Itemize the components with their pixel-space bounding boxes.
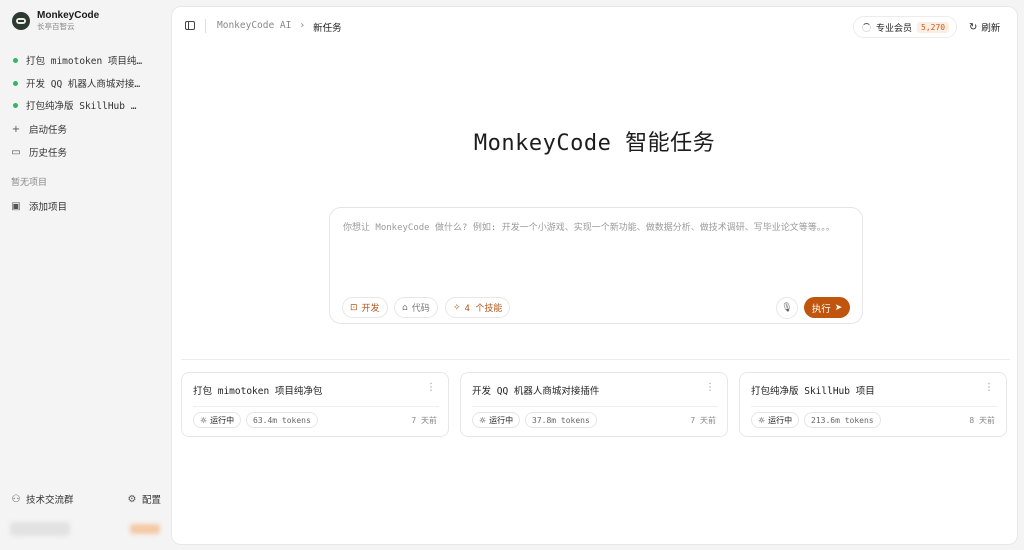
sidebar-item-start-task[interactable]: + 启动任务 — [11, 121, 67, 137]
brand-subtitle: 长亭百智云 — [37, 22, 75, 31]
settings-link[interactable]: ⚙ 配置 — [127, 492, 162, 507]
avatar — [10, 522, 70, 536]
task-card-title: 打包 mimotoken 项目纯净包 — [193, 386, 323, 397]
membership-label: 专业会员 — [876, 23, 913, 34]
task-card[interactable]: 打包纯净版 SkillHub 项目 ⋮ ☼ 运行中 213.6m tokens … — [739, 372, 1007, 437]
community-label: 技术交流群 — [26, 495, 74, 506]
chip-label: 代码 — [411, 304, 430, 314]
progress-ring-icon — [862, 22, 871, 32]
divider — [181, 359, 1010, 360]
topbar: MonkeyCode AI › 新任务 专业会员 5,270 ↻ 刷新 — [172, 7, 1017, 47]
status-badge: ☼ 运行中 — [472, 412, 521, 428]
chip-label: 开发 — [361, 304, 380, 314]
task-card-title: 开发 QQ 机器人商城对接插件 — [472, 386, 600, 397]
sidebar-task-3[interactable]: 打包纯净版 SkillHub … — [11, 97, 136, 113]
task-card-title: 打包纯净版 SkillHub 项目 — [751, 386, 875, 397]
gear-icon: ⚙ — [127, 493, 137, 505]
task-time: 8 天前 — [969, 416, 995, 425]
skills-chip[interactable]: ✧ 4 个技能 — [445, 297, 511, 318]
brand[interactable]: MonkeyCode 长亭百智云 — [12, 10, 99, 32]
sidebar: MonkeyCode 长亭百智云 打包 mimotoken 项目纯… 开发 QQ… — [0, 0, 170, 550]
tokens-badge: 37.8m tokens — [525, 412, 597, 428]
sidebar-task-2[interactable]: 开发 QQ 机器人商城对接… — [11, 75, 140, 91]
plan-badge — [130, 524, 160, 534]
sun-icon: ☼ — [200, 415, 208, 425]
points-badge: 5,270 — [917, 21, 950, 33]
sidebar-task-label: 打包 mimotoken 项目纯… — [26, 56, 143, 67]
divider — [472, 406, 718, 407]
folder-plus-icon: ▣ — [11, 200, 21, 212]
task-time: 7 天前 — [411, 416, 437, 425]
user-account[interactable] — [10, 518, 160, 540]
task-card[interactable]: 打包 mimotoken 项目纯净包 ⋮ ☼ 运行中 63.4m tokens … — [181, 372, 449, 437]
more-menu-icon[interactable]: ⋮ — [426, 382, 436, 393]
sidebar-task-1[interactable]: 打包 mimotoken 项目纯… — [11, 52, 142, 68]
settings-label: 配置 — [141, 495, 161, 506]
sun-icon: ☼ — [479, 415, 487, 425]
more-menu-icon[interactable]: ⋮ — [984, 382, 994, 393]
repo-icon: ⌂ — [402, 302, 408, 313]
status-label: 运行中 — [768, 415, 793, 425]
sidebar-item-add-project[interactable]: ▣ 添加项目 — [11, 198, 67, 214]
plus-icon: + — [11, 123, 21, 135]
chip-label: 4 个技能 — [464, 304, 503, 314]
prompt-input[interactable]: 你想让 MonkeyCode 做什么? 例如: 开发一个小游戏、实现一个新功能、… — [343, 220, 835, 233]
status-label: 运行中 — [210, 415, 235, 425]
sidebar-task-label: 打包纯净版 SkillHub … — [26, 101, 137, 112]
sidebar-item-label: 启动任务 — [29, 125, 68, 136]
run-button[interactable]: 执行 ➤ — [804, 297, 850, 318]
status-badge: ☼ 运行中 — [193, 412, 242, 428]
mode-dev-chip[interactable]: ⊡ 开发 — [342, 297, 388, 318]
sidebar-footer: ⚇ 技术交流群 ⚙ 配置 — [11, 492, 162, 507]
terminal-icon: ⊡ — [350, 302, 358, 313]
run-label: 执行 — [811, 303, 831, 315]
refresh-label: 刷新 — [981, 23, 1001, 34]
sidebar-item-label: 历史任务 — [29, 148, 68, 159]
tokens-badge: 63.4m tokens — [246, 412, 318, 428]
no-project-label: 暂无项目 — [11, 178, 48, 188]
sidebar-item-label: 添加项目 — [29, 202, 68, 213]
puzzle-icon: ✧ — [453, 302, 461, 313]
mic-icon[interactable]: 🎙︎ — [776, 297, 798, 319]
breadcrumb-root[interactable]: MonkeyCode AI — [217, 20, 291, 34]
running-dot-icon — [13, 57, 18, 63]
divider — [193, 406, 439, 407]
breadcrumb-current: 新任务 — [313, 23, 342, 34]
refresh-icon: ↻ — [969, 21, 978, 33]
status-badge: ☼ 运行中 — [751, 412, 800, 428]
divider — [751, 406, 997, 407]
membership-badge[interactable]: 专业会员 5,270 — [853, 16, 957, 38]
monkey-logo-icon — [12, 12, 30, 30]
page-title: MonkeyCode 智能任务 — [473, 131, 716, 156]
sidebar-item-history[interactable]: ▭ 历史任务 — [11, 144, 67, 160]
brand-name: MonkeyCode — [37, 10, 100, 21]
tokens-badge: 213.6m tokens — [804, 412, 881, 428]
task-card[interactable]: 开发 QQ 机器人商城对接插件 ⋮ ☼ 运行中 37.8m tokens 7 天… — [460, 372, 728, 437]
sun-icon: ☼ — [758, 415, 766, 425]
running-dot-icon — [13, 102, 18, 108]
main-panel: MonkeyCode AI › 新任务 专业会员 5,270 ↻ 刷新 Monk… — [171, 6, 1018, 545]
refresh-button[interactable]: ↻ 刷新 — [969, 20, 1001, 35]
more-menu-icon[interactable]: ⋮ — [705, 382, 715, 393]
code-chip[interactable]: ⌂ 代码 — [394, 297, 438, 318]
breadcrumb-separator: › — [299, 20, 306, 31]
community-link[interactable]: ⚇ 技术交流群 — [11, 492, 74, 507]
sidebar-task-label: 开发 QQ 机器人商城对接… — [26, 79, 141, 90]
users-icon: ⚇ — [11, 493, 21, 505]
folder-icon: ▭ — [11, 146, 21, 158]
divider — [205, 19, 206, 33]
breadcrumb: MonkeyCode AI › 新任务 — [217, 20, 342, 34]
sidebar-toggle-icon[interactable] — [185, 21, 195, 30]
send-icon: ➤ — [834, 302, 843, 313]
task-time: 7 天前 — [690, 416, 716, 425]
task-prompt-box[interactable]: 你想让 MonkeyCode 做什么? 例如: 开发一个小游戏、实现一个新功能、… — [329, 207, 863, 324]
running-dot-icon — [13, 80, 18, 86]
status-label: 运行中 — [489, 415, 514, 425]
